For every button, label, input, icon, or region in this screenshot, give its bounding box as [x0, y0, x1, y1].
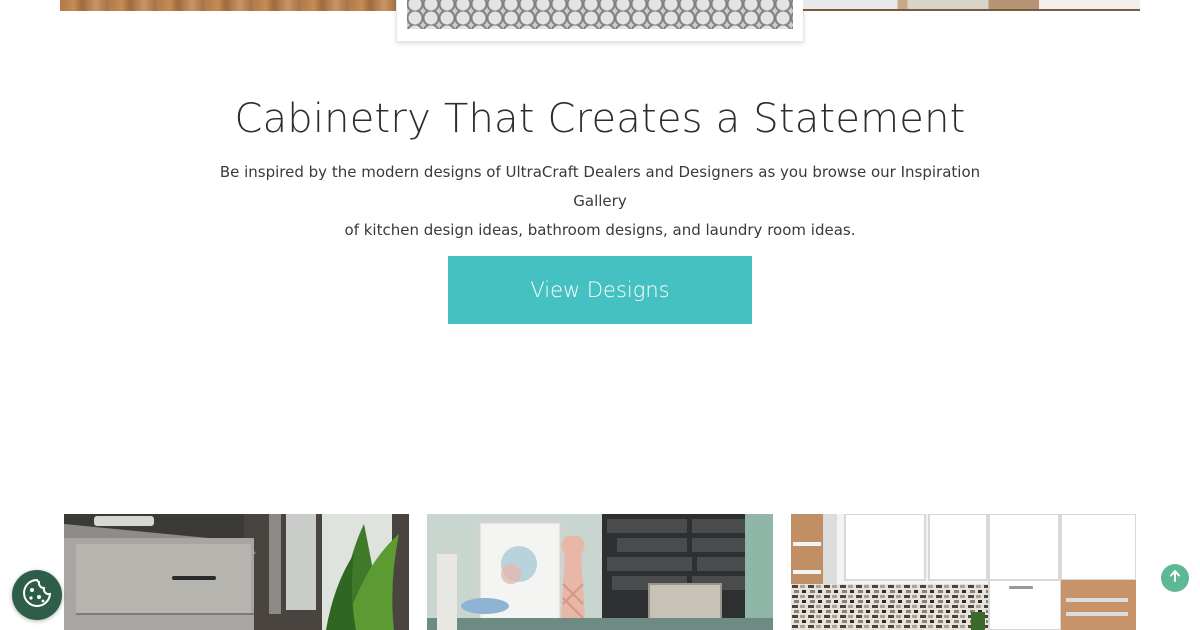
gallery-card-2[interactable]: [427, 514, 773, 630]
counter-edge: [803, 9, 1140, 11]
gray-drawer-cabinet-image: [64, 514, 409, 630]
featured-image-frame: [396, 0, 804, 42]
cookie-icon: [21, 577, 53, 614]
gallery-card-1[interactable]: [64, 514, 409, 630]
tile-pattern-image: [407, 0, 793, 29]
top-gallery-strip: [0, 0, 1200, 42]
gallery-card-3[interactable]: [791, 514, 1136, 630]
wood-floor-image: [60, 0, 398, 11]
white-kitchen-cabinets-image: [791, 514, 1136, 630]
cookie-settings-button[interactable]: [12, 570, 62, 620]
intro-line-2: of kitchen design ideas, bathroom design…: [344, 221, 856, 239]
scroll-to-top-button[interactable]: [1161, 564, 1189, 592]
arrow-up-icon: [1169, 569, 1181, 588]
living-room-shelf-image: [427, 514, 773, 630]
intro-line-1: Be inspired by the modern designs of Ult…: [219, 163, 981, 210]
section-headline: Cabinetry That Creates a Statement: [234, 96, 966, 142]
section-intro: Be inspired by the modern designs of Ult…: [200, 158, 1000, 245]
view-designs-button[interactable]: View Designs: [448, 256, 752, 324]
